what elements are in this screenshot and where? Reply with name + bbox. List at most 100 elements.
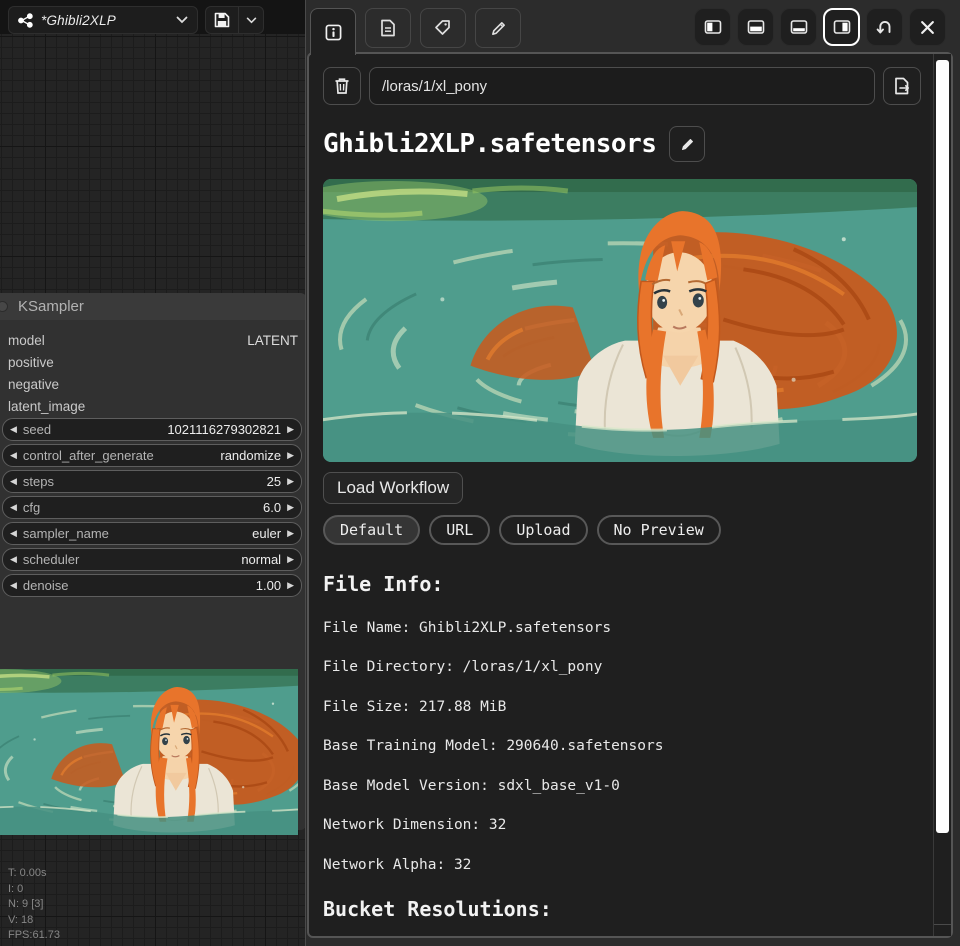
scrollbar-thumb[interactable]	[936, 60, 949, 833]
widget-seed[interactable]: ◀ seed 1021116279302821 ▶	[2, 418, 302, 441]
input-slot-negative[interactable]: negative	[8, 377, 59, 392]
decrement-arrow-icon[interactable]: ◀	[10, 528, 17, 539]
panel-scrollbar[interactable]	[933, 54, 951, 936]
info-network-alpha: Network Alpha: 32	[323, 857, 921, 873]
decrement-arrow-icon[interactable]: ◀	[10, 580, 17, 591]
increment-arrow-icon[interactable]: ▶	[287, 424, 294, 435]
delete-button[interactable]	[323, 67, 361, 105]
increment-arrow-icon[interactable]: ▶	[287, 450, 294, 461]
preview-tab-upload[interactable]: Upload	[499, 515, 587, 545]
panel-tabs	[310, 8, 521, 55]
panel-toolbar	[306, 0, 960, 57]
title-row: Ghibli2XLP.safetensors	[323, 126, 921, 162]
node-title-bar[interactable]: KSampler	[0, 293, 308, 320]
preview-tab-default[interactable]: Default	[323, 515, 420, 545]
preview-tab-url[interactable]: URL	[429, 515, 490, 545]
widget-cfg[interactable]: ◀ cfg 6.0 ▶	[2, 496, 302, 519]
panel-window-buttons	[694, 8, 946, 46]
node-collapse-dot[interactable]	[0, 301, 8, 312]
increment-arrow-icon[interactable]: ▶	[287, 476, 294, 487]
info-file-size: File Size: 217.88 MiB	[323, 699, 921, 715]
dock-right-button[interactable]	[823, 8, 860, 46]
export-button[interactable]	[883, 67, 921, 105]
dock-left-icon	[704, 18, 722, 36]
input-slot-positive[interactable]: positive	[8, 355, 54, 370]
dock-bottom-small-icon	[790, 18, 808, 36]
rename-button[interactable]	[669, 126, 705, 162]
output-slot-latent[interactable]: LATENT	[247, 333, 298, 348]
pencil-icon	[680, 137, 695, 152]
model-info-panel: Ghibli2XLP.safetensors Load Workflow Def…	[305, 0, 960, 946]
info-network-dimension: Network Dimension: 32	[323, 817, 921, 833]
info-base-model-version: Base Model Version: sdxl_base_v1-0	[323, 778, 921, 794]
increment-arrow-icon[interactable]: ▶	[287, 528, 294, 539]
tab-edit[interactable]	[475, 8, 521, 48]
info-file-directory: File Directory: /loras/1/xl_pony	[323, 659, 921, 675]
node-title: KSampler	[18, 298, 84, 315]
stat-line: V: 18	[8, 913, 60, 929]
widget-scheduler[interactable]: ◀ scheduler normal ▶	[2, 548, 302, 571]
workflow-name: *Ghibli2XLP	[41, 13, 168, 28]
load-workflow-button[interactable]: Load Workflow	[323, 472, 463, 504]
model-file-title: Ghibli2XLP.safetensors	[323, 129, 656, 159]
bucket-resolutions-heading: Bucket Resolutions:	[323, 897, 921, 921]
info-file-name: File Name: Ghibli2XLP.safetensors	[323, 620, 921, 636]
dock-bottom-icon	[747, 18, 765, 36]
panel-content: Ghibli2XLP.safetensors Load Workflow Def…	[307, 52, 953, 938]
save-button[interactable]	[206, 7, 239, 33]
file-info-heading: File Info:	[323, 572, 921, 596]
decrement-arrow-icon[interactable]: ◀	[10, 424, 17, 435]
increment-arrow-icon[interactable]: ▶	[287, 554, 294, 565]
decrement-arrow-icon[interactable]: ◀	[10, 554, 17, 565]
input-slot-model[interactable]: model	[8, 333, 45, 348]
chevron-down-icon	[246, 17, 257, 24]
dock-left-button[interactable]	[694, 8, 731, 46]
tag-icon	[434, 19, 452, 37]
tab-info[interactable]	[310, 8, 356, 55]
trash-icon	[334, 77, 350, 95]
path-row	[323, 67, 921, 105]
save-icon	[214, 12, 230, 28]
increment-arrow-icon[interactable]: ▶	[287, 502, 294, 513]
widget-denoise[interactable]: ◀ denoise 1.00 ▶	[2, 574, 302, 597]
dock-bottom-small-button[interactable]	[780, 8, 817, 46]
node-body: model positive negative latent_image LAT…	[0, 320, 308, 830]
preview-source-tabs: Default URL Upload No Preview	[323, 515, 921, 545]
dock-right-icon	[833, 18, 851, 36]
close-button[interactable]	[909, 8, 946, 46]
input-slot-latent-image[interactable]: latent_image	[8, 399, 85, 414]
directory-path-input[interactable]	[369, 67, 875, 105]
widget-control-after-generate[interactable]: ◀ control_after_generate randomize ▶	[2, 444, 302, 467]
document-icon	[380, 19, 396, 37]
pencil-icon	[490, 20, 507, 37]
info-base-training-model: Base Training Model: 290640.safetensors	[323, 738, 921, 754]
node-preview-image	[0, 669, 298, 835]
stat-line: FPS:61.73	[8, 928, 60, 944]
tab-document[interactable]	[365, 8, 411, 48]
canvas-stats: T: 0.00s I: 0 N: 9 [3] V: 18 FPS:61.73	[8, 866, 60, 944]
decrement-arrow-icon[interactable]: ◀	[10, 502, 17, 513]
refresh-button[interactable]	[866, 8, 903, 46]
info-icon	[325, 24, 342, 41]
chevron-down-icon	[176, 16, 188, 24]
share-icon	[18, 13, 33, 28]
preview-tab-no-preview[interactable]: No Preview	[597, 515, 721, 545]
model-preview-image	[323, 179, 917, 462]
close-icon	[920, 20, 935, 35]
widget-steps[interactable]: ◀ steps 25 ▶	[2, 470, 302, 493]
widget-sampler-name[interactable]: ◀ sampler_name euler ▶	[2, 522, 302, 545]
save-controls	[205, 6, 264, 34]
dock-bottom-button[interactable]	[737, 8, 774, 46]
workflow-selector[interactable]: *Ghibli2XLP	[8, 6, 198, 34]
increment-arrow-icon[interactable]: ▶	[287, 580, 294, 591]
decrement-arrow-icon[interactable]: ◀	[10, 450, 17, 461]
app-root: *Ghibli2XLP KSampler mod	[0, 0, 960, 946]
stat-line: I: 0	[8, 882, 60, 898]
curved-arrow-icon	[876, 18, 894, 36]
file-export-icon	[894, 77, 911, 95]
decrement-arrow-icon[interactable]: ◀	[10, 476, 17, 487]
stat-line: N: 9 [3]	[8, 897, 60, 913]
tab-tags[interactable]	[420, 8, 466, 48]
ksampler-node[interactable]: KSampler model positive negative latent_…	[0, 293, 308, 830]
save-menu-button[interactable]	[239, 7, 263, 33]
